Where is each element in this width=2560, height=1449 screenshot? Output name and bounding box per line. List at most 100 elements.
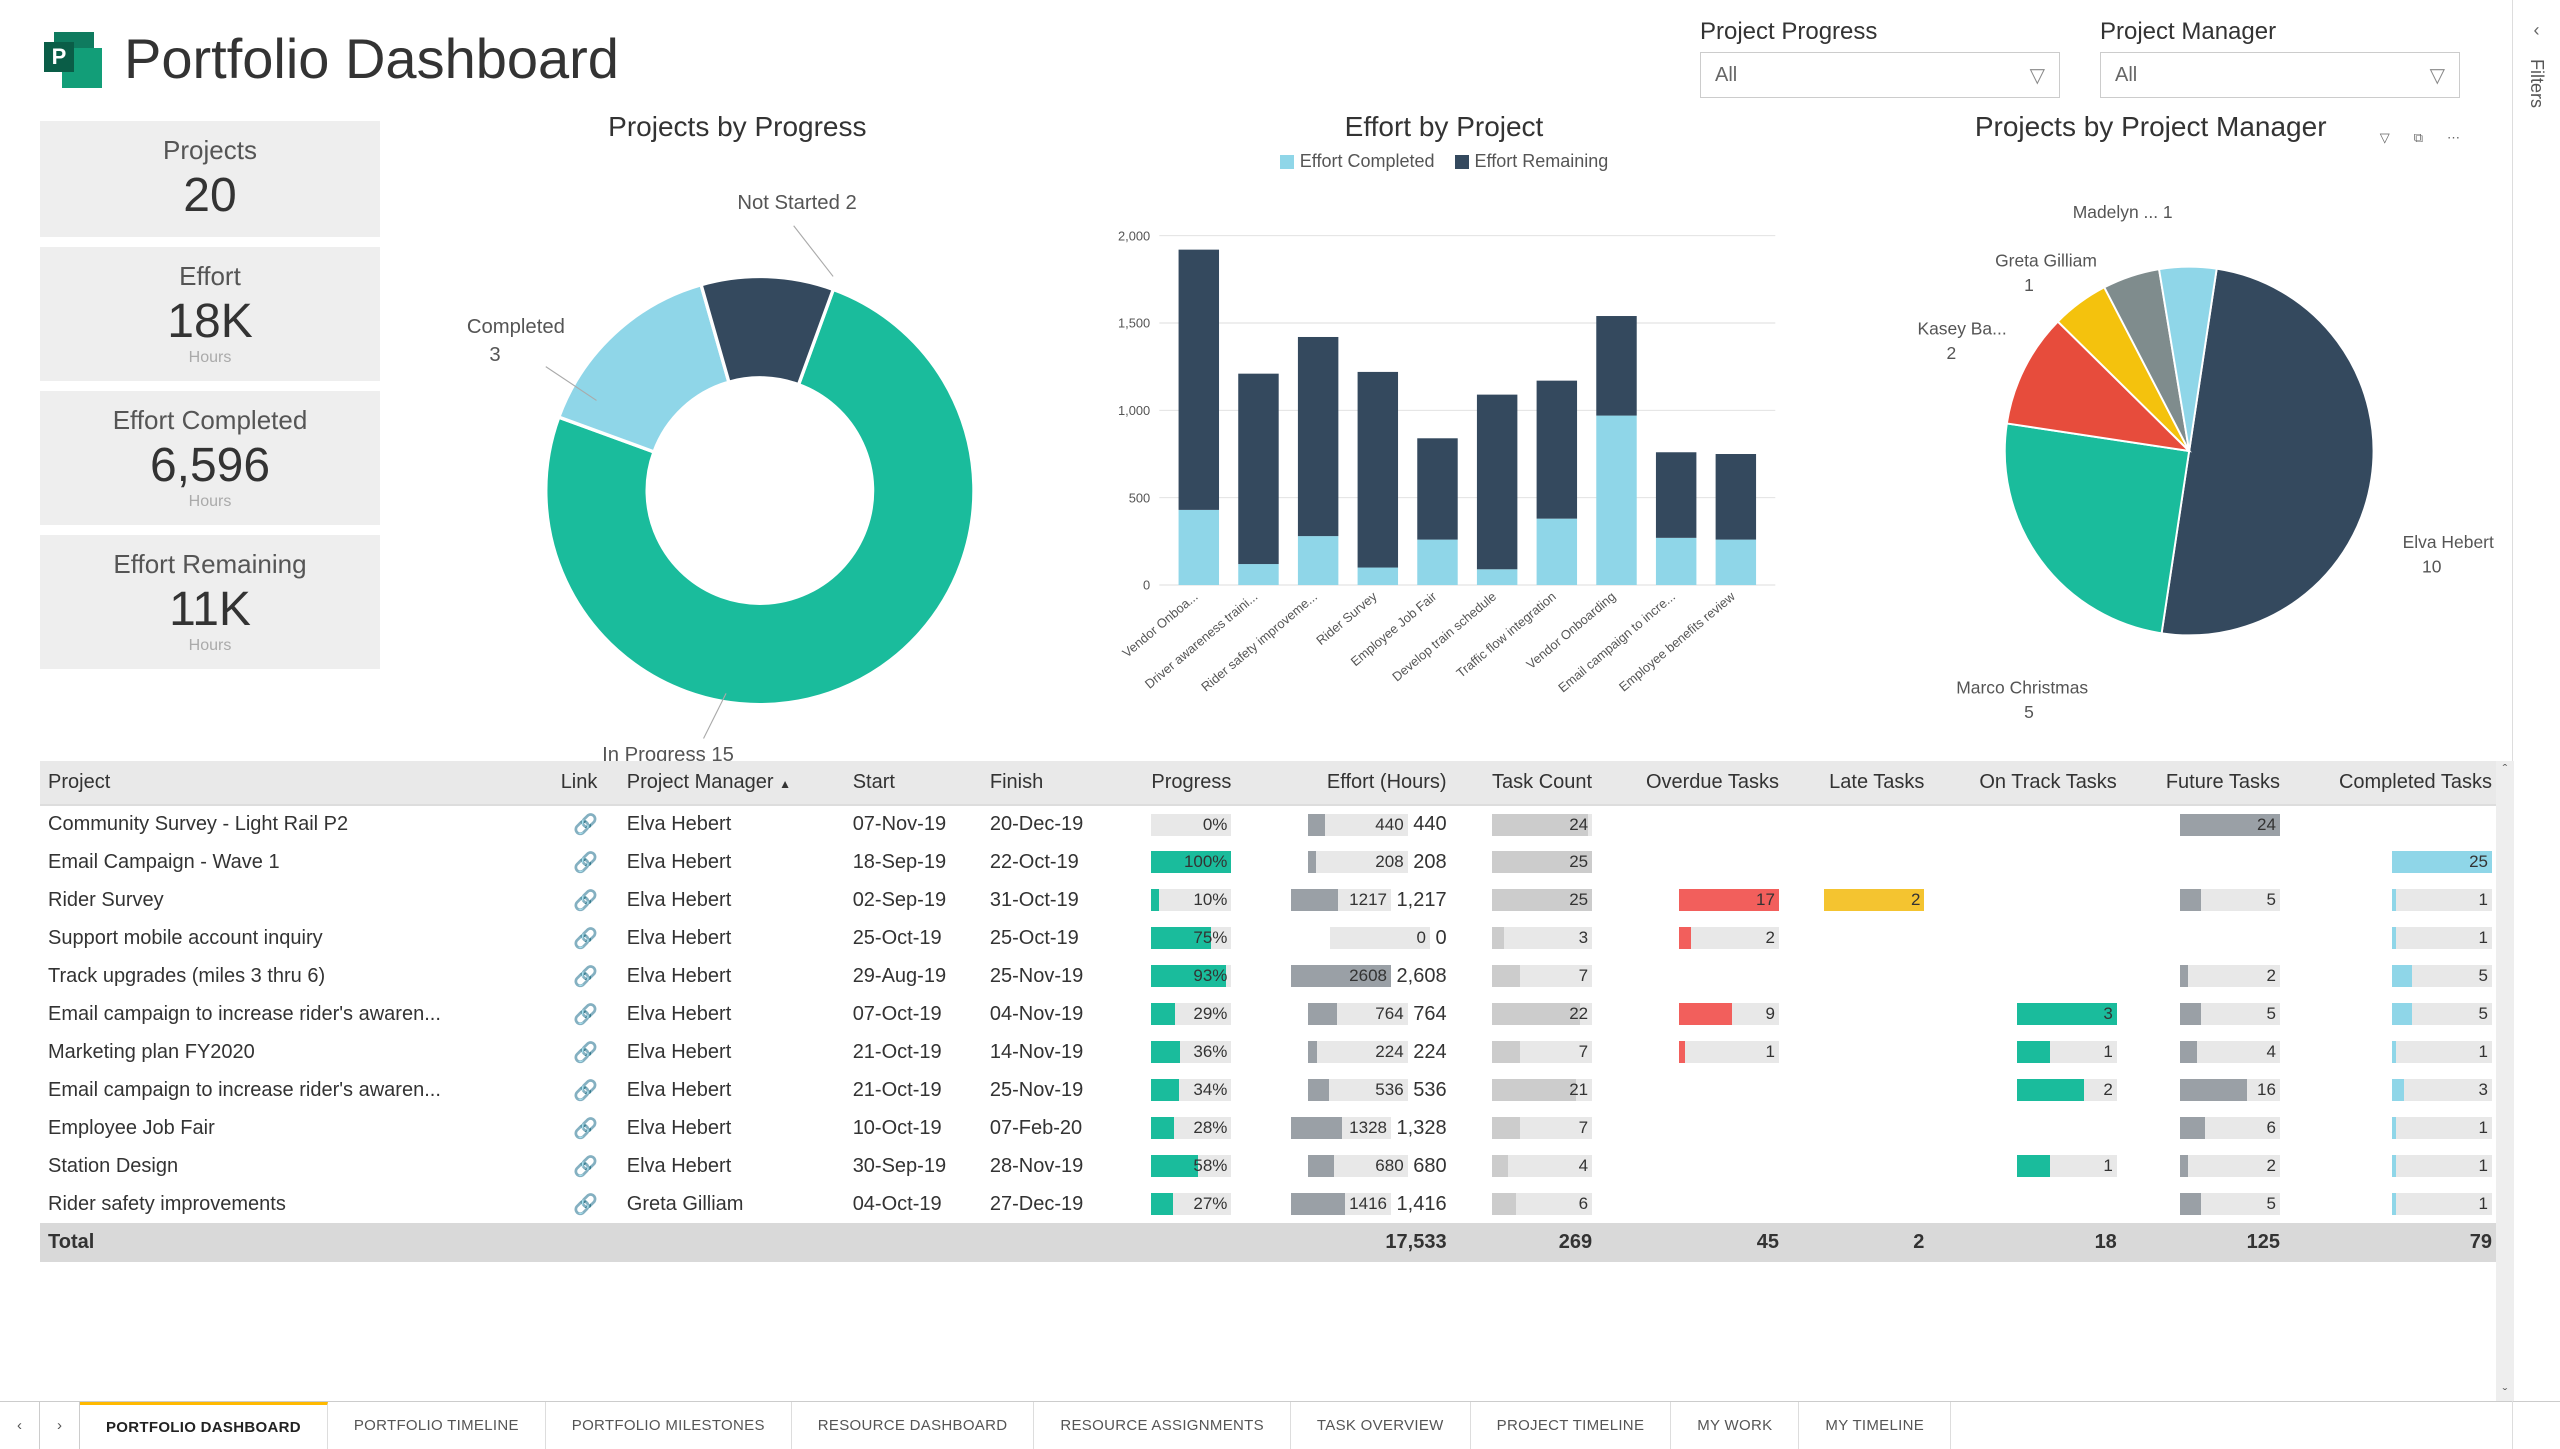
column-header[interactable]: Future Tasks xyxy=(2125,761,2288,805)
chevron-down-icon: ▽ xyxy=(2430,63,2445,88)
collapse-icon[interactable]: ‹ xyxy=(2534,20,2540,41)
tab-task-overview[interactable]: TASK OVERVIEW xyxy=(1291,1402,1471,1449)
link-icon[interactable]: 🔗 xyxy=(573,928,598,950)
progress-bar: 29% xyxy=(1151,1003,1231,1025)
svg-text:2: 2 xyxy=(1947,343,1957,363)
filters-pane-toggle[interactable]: Filters xyxy=(2526,59,2547,108)
filter-progress-select[interactable]: All ▽ xyxy=(1700,52,2060,98)
bar-indicator: 22 xyxy=(1492,1003,1592,1025)
projects-table[interactable]: ProjectLinkProject Manager ▲StartFinishP… xyxy=(0,761,2560,1401)
column-header[interactable]: Completed Tasks xyxy=(2288,761,2500,805)
svg-text:3: 3 xyxy=(489,344,500,366)
link-icon[interactable]: 🔗 xyxy=(573,1042,598,1064)
link-icon[interactable]: 🔗 xyxy=(573,1080,598,1102)
cell-project: Station Design xyxy=(40,1147,553,1185)
link-icon[interactable]: 🔗 xyxy=(573,1194,598,1216)
filter-icon[interactable]: ▽ xyxy=(2380,130,2390,146)
cell-start: 25-Oct-19 xyxy=(845,919,982,957)
bar-indicator: 7 xyxy=(1492,965,1592,987)
column-header[interactable]: Overdue Tasks xyxy=(1600,761,1787,805)
link-icon[interactable]: 🔗 xyxy=(573,890,598,912)
bar-indicator: 2 xyxy=(2180,965,2280,987)
column-header[interactable]: On Track Tasks xyxy=(1932,761,2124,805)
tab-my-timeline[interactable]: MY TIMELINE xyxy=(1799,1402,1951,1449)
cell-finish: 27-Dec-19 xyxy=(982,1185,1119,1223)
scroll-down-icon[interactable]: ˇ xyxy=(2503,1385,2508,1401)
svg-text:Elva Hebert: Elva Hebert xyxy=(2403,532,2494,552)
bar-indicator: 1 xyxy=(2392,1155,2492,1177)
link-icon[interactable]: 🔗 xyxy=(573,966,598,988)
progress-bar: 36% xyxy=(1151,1041,1231,1063)
scrollbar-vertical[interactable]: ˆ ˇ xyxy=(2496,761,2514,1401)
bar-indicator: 2 xyxy=(1824,889,1924,911)
column-header[interactable]: Finish xyxy=(982,761,1119,805)
bar-indicator: 3 xyxy=(1492,927,1592,949)
bar-indicator: 24 xyxy=(1492,814,1592,836)
cell-project: Rider safety improvements xyxy=(40,1185,553,1223)
chart-projects-by-progress[interactable]: Projects by Progress Not Started 2Comple… xyxy=(388,111,1087,751)
tab-portfolio-timeline[interactable]: PORTFOLIO TIMELINE xyxy=(328,1402,546,1449)
tab-portfolio-dashboard[interactable]: PORTFOLIO DASHBOARD xyxy=(80,1402,328,1449)
table-row[interactable]: Rider safety improvements 🔗 Greta Gillia… xyxy=(40,1185,2500,1223)
chart-projects-by-manager[interactable]: Projects by Project Manager Madelyn ... … xyxy=(1801,111,2500,751)
column-header[interactable]: Start xyxy=(845,761,982,805)
table-row[interactable]: Rider Survey 🔗 Elva Hebert 02-Sep-19 31-… xyxy=(40,881,2500,919)
cell-start: 04-Oct-19 xyxy=(845,1185,982,1223)
column-header[interactable]: Link xyxy=(553,761,619,805)
table-row[interactable]: Track upgrades (miles 3 thru 6) 🔗 Elva H… xyxy=(40,957,2500,995)
link-icon[interactable]: 🔗 xyxy=(573,852,598,874)
cell-project: Employee Job Fair xyxy=(40,1109,553,1147)
cell-start: 30-Sep-19 xyxy=(845,1147,982,1185)
link-icon[interactable]: 🔗 xyxy=(573,814,598,836)
cell-finish: 25-Nov-19 xyxy=(982,957,1119,995)
bar-indicator: 208 xyxy=(1308,851,1408,873)
table-row[interactable]: Support mobile account inquiry 🔗 Elva He… xyxy=(40,919,2500,957)
bar-indicator: 9 xyxy=(1679,1003,1779,1025)
table-row[interactable]: Email campaign to increase rider's aware… xyxy=(40,1071,2500,1109)
tab-portfolio-milestones[interactable]: PORTFOLIO MILESTONES xyxy=(546,1402,792,1449)
table-row[interactable]: Station Design 🔗 Elva Hebert 30-Sep-19 2… xyxy=(40,1147,2500,1185)
column-header[interactable]: Effort (Hours) xyxy=(1239,761,1454,805)
cell-pm: Elva Hebert xyxy=(619,843,845,881)
column-header[interactable]: Project Manager ▲ xyxy=(619,761,845,805)
bar-indicator: 24 xyxy=(2180,814,2280,836)
column-header[interactable]: Late Tasks xyxy=(1787,761,1932,805)
svg-text:10: 10 xyxy=(2422,556,2442,576)
column-header[interactable]: Task Count xyxy=(1455,761,1601,805)
table-row[interactable]: Marketing plan FY2020 🔗 Elva Hebert 21-O… xyxy=(40,1033,2500,1071)
tab-prev[interactable]: ‹ xyxy=(0,1402,40,1449)
column-header[interactable]: Progress xyxy=(1119,761,1239,805)
cell-project: Track upgrades (miles 3 thru 6) xyxy=(40,957,553,995)
cell-pm: Elva Hebert xyxy=(619,1147,845,1185)
tab-next[interactable]: › xyxy=(40,1402,80,1449)
link-icon[interactable]: 🔗 xyxy=(573,1118,598,1140)
progress-bar: 58% xyxy=(1151,1155,1231,1177)
kpi-card[interactable]: Effort 18K Hours xyxy=(40,247,380,381)
kpi-label: Effort Completed xyxy=(113,405,308,436)
bar-indicator: 2 xyxy=(2180,1155,2280,1177)
filter-manager-select[interactable]: All ▽ xyxy=(2100,52,2460,98)
table-row[interactable]: Email Campaign - Wave 1 🔗 Elva Hebert 18… xyxy=(40,843,2500,881)
more-icon[interactable]: ⋯ xyxy=(2447,130,2460,146)
cell-start: 07-Nov-19 xyxy=(845,805,982,843)
table-row[interactable]: Employee Job Fair 🔗 Elva Hebert 10-Oct-1… xyxy=(40,1109,2500,1147)
kpi-label: Projects xyxy=(163,135,257,166)
tab-project-timeline[interactable]: PROJECT TIMELINE xyxy=(1471,1402,1672,1449)
filter-progress: Project Progress All ▽ xyxy=(1700,18,2060,98)
tab-resource-assignments[interactable]: RESOURCE ASSIGNMENTS xyxy=(1034,1402,1291,1449)
kpi-card[interactable]: Effort Completed 6,596 Hours xyxy=(40,391,380,525)
bar-indicator: 2 xyxy=(1679,927,1779,949)
link-icon[interactable]: 🔗 xyxy=(573,1156,598,1178)
link-icon[interactable]: 🔗 xyxy=(573,1004,598,1026)
table-row[interactable]: Email campaign to increase rider's aware… xyxy=(40,995,2500,1033)
scroll-up-icon[interactable]: ˆ xyxy=(2503,761,2508,777)
table-row[interactable]: Community Survey - Light Rail P2 🔗 Elva … xyxy=(40,805,2500,843)
kpi-card[interactable]: Projects 20 xyxy=(40,121,380,237)
bookmark-icon[interactable]: ⧉ xyxy=(2414,130,2423,146)
cell-pm: Elva Hebert xyxy=(619,995,845,1033)
column-header[interactable]: Project xyxy=(40,761,553,805)
tab-my-work[interactable]: MY WORK xyxy=(1671,1402,1799,1449)
tab-resource-dashboard[interactable]: RESOURCE DASHBOARD xyxy=(792,1402,1035,1449)
kpi-card[interactable]: Effort Remaining 11K Hours xyxy=(40,535,380,669)
chart-effort-by-project[interactable]: Effort by Project Effort Completed Effor… xyxy=(1095,111,1794,751)
